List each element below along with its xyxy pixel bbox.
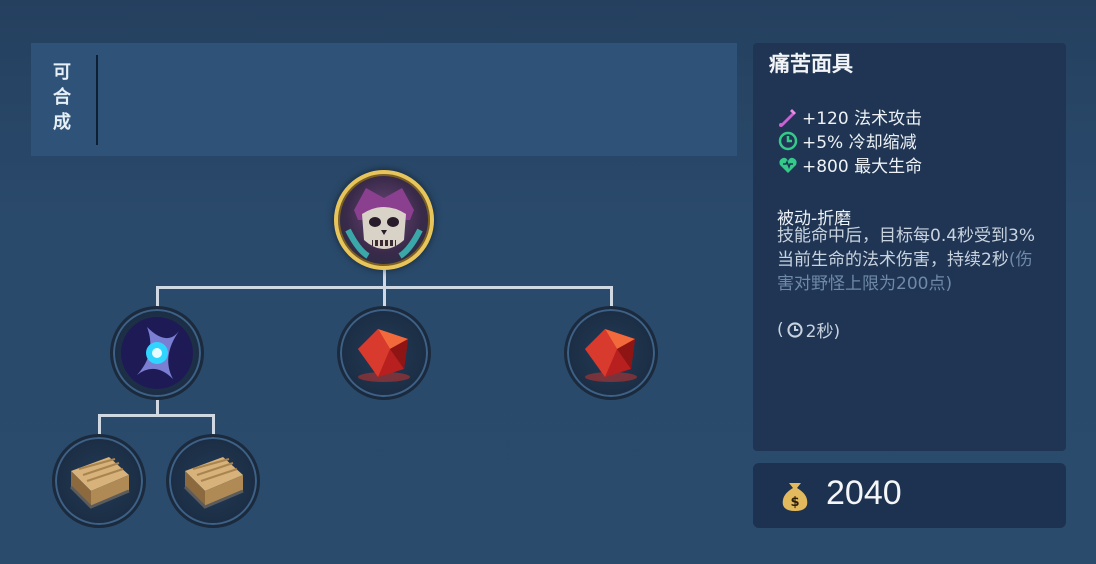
tree-connector xyxy=(156,286,159,308)
skull-mask-icon xyxy=(345,188,423,259)
passive-cooldown: ( 2秒) xyxy=(777,317,841,343)
tree-connector xyxy=(212,414,215,436)
compose-label: 可 合 成 xyxy=(48,60,76,135)
tree-connector xyxy=(383,286,386,308)
tree-connector xyxy=(383,268,386,288)
tree-connector xyxy=(610,286,613,308)
cooldown-text: 2秒) xyxy=(805,322,841,342)
money-bag-icon: $ xyxy=(777,477,813,517)
item-node-component[interactable] xyxy=(110,306,204,400)
red-crystal-icon xyxy=(358,329,410,382)
arcane-orb-icon xyxy=(121,317,193,389)
cooldown-prefix: ( xyxy=(777,319,784,340)
item-node-component[interactable] xyxy=(166,434,260,528)
stat-text: +5% 冷却缩减 xyxy=(802,133,917,153)
compose-label-char: 成 xyxy=(53,112,71,133)
compose-label-char: 可 xyxy=(53,62,71,83)
magic-attack-icon xyxy=(777,106,799,128)
stat-text: +800 最大生命 xyxy=(802,157,923,177)
tree-connector xyxy=(98,414,215,417)
compose-label-char: 合 xyxy=(53,87,71,108)
stat-max-hp: +800 最大生命 xyxy=(777,152,922,177)
passive-desc-main: 技能命中后，目标每0.4秒受到3%当前生命的法术伤害，持续2秒 xyxy=(777,226,1036,270)
compose-divider xyxy=(96,55,98,145)
svg-text:$: $ xyxy=(790,495,799,510)
stat-cooldown: +5% 冷却缩减 xyxy=(777,128,917,153)
item-node-component[interactable] xyxy=(337,306,431,400)
wooden-book-icon xyxy=(69,457,130,509)
item-name: 痛苦面具 xyxy=(769,52,853,76)
cooldown-icon xyxy=(786,321,804,339)
stat-text: +120 法术攻击 xyxy=(802,109,923,129)
compose-into-panel xyxy=(31,43,737,156)
wooden-book-icon xyxy=(183,457,244,509)
item-node-component[interactable] xyxy=(564,306,658,400)
stat-magic-attack: +120 法术攻击 xyxy=(777,104,922,129)
item-node-root[interactable] xyxy=(334,170,434,270)
red-crystal-icon xyxy=(585,329,637,382)
tree-connector xyxy=(98,414,101,436)
cooldown-icon xyxy=(777,130,799,152)
price-value: 2040 xyxy=(826,474,902,512)
item-node-component[interactable] xyxy=(52,434,146,528)
heart-icon xyxy=(777,154,799,176)
passive-description: 技能命中后，目标每0.4秒受到3%当前生命的法术伤害，持续2秒(伤害对野怪上限为… xyxy=(777,224,1047,296)
